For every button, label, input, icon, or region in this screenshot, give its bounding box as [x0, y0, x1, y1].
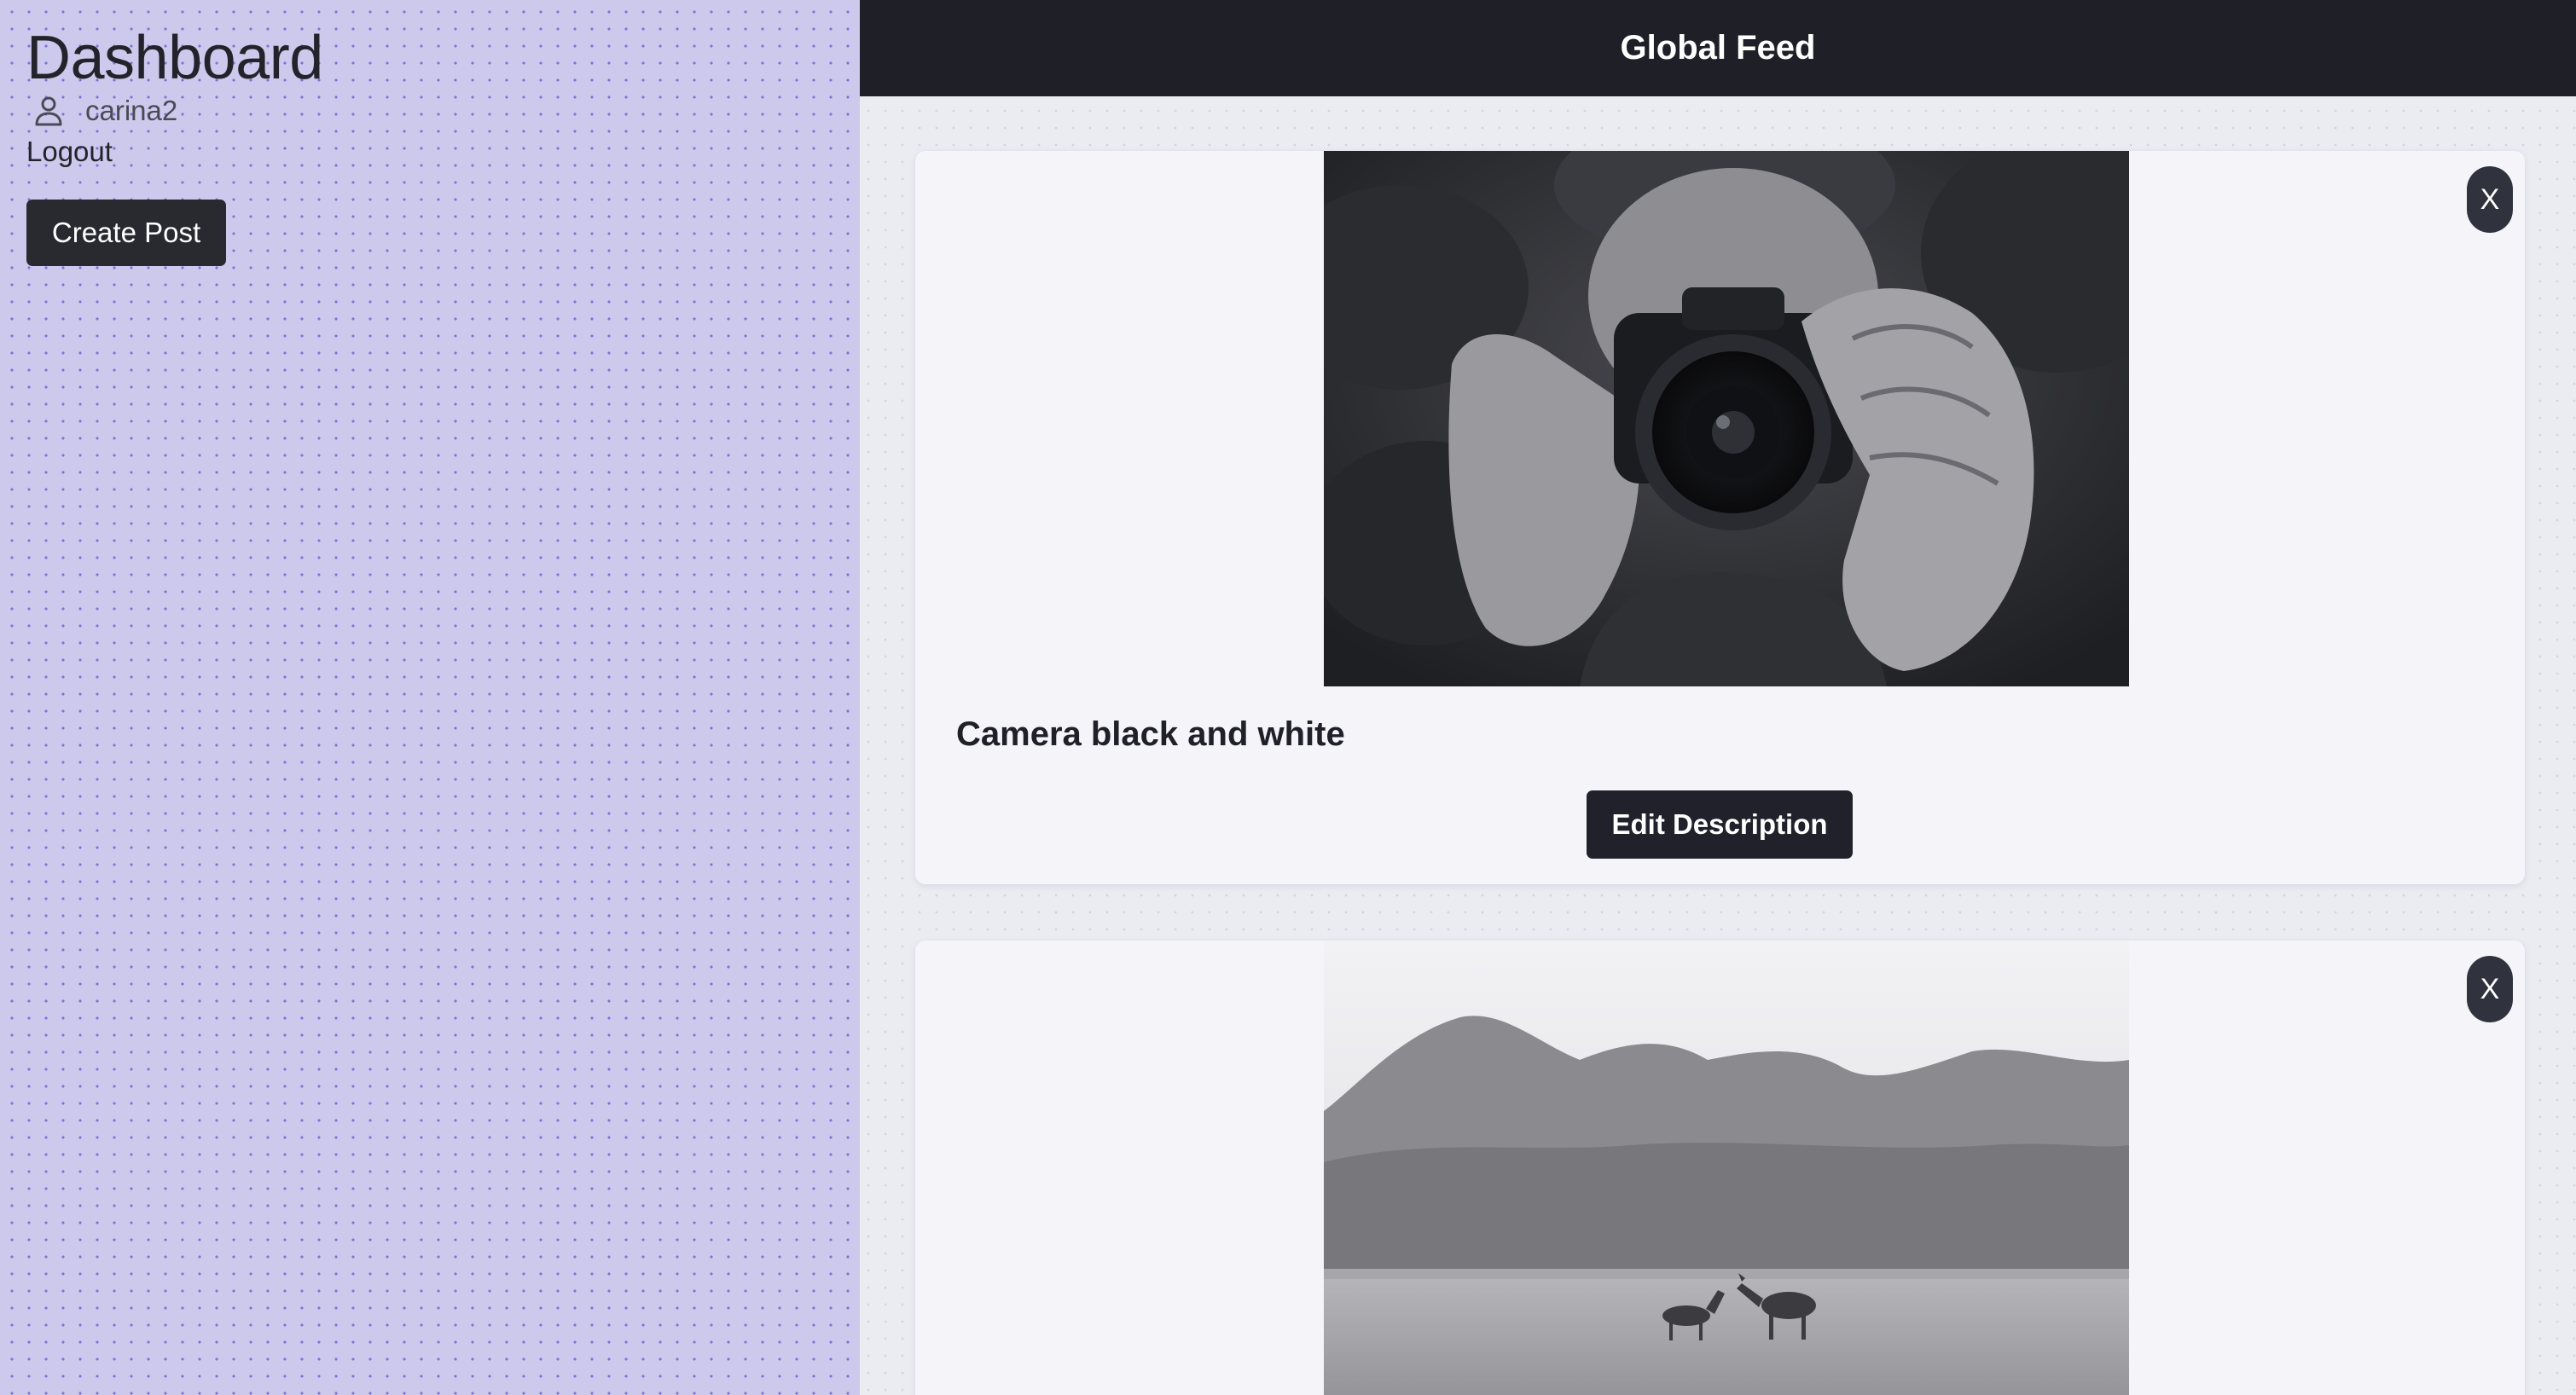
post-card: X — [915, 941, 2525, 1395]
sidebar: Dashboard carina2 Logout Create Post — [0, 0, 860, 1395]
username: carina2 — [85, 95, 178, 126]
logout-link[interactable]: Logout — [26, 133, 113, 171]
edit-description-button[interactable]: Edit Description — [1587, 790, 1853, 859]
close-post-button[interactable]: X — [2467, 956, 2513, 1022]
close-post-button[interactable]: X — [2467, 166, 2513, 233]
dashboard-title: Dashboard — [26, 24, 323, 92]
post-image-deer — [1324, 941, 2129, 1395]
post-image-camera — [1324, 151, 2129, 686]
main-feed: Global Feed X Camera black and white Edi… — [860, 0, 2576, 1395]
user-icon — [35, 96, 62, 126]
post-description: Camera black and white — [956, 715, 1345, 753]
post-card: X Camera black and white Edit Descriptio… — [915, 151, 2525, 884]
feed-title: Global Feed — [1620, 29, 1816, 67]
user-info: carina2 — [34, 94, 177, 128]
top-bar: Global Feed — [860, 0, 2576, 96]
create-post-button[interactable]: Create Post — [26, 200, 226, 266]
app-page: Dashboard carina2 Logout Create Post Glo… — [0, 0, 2576, 1395]
